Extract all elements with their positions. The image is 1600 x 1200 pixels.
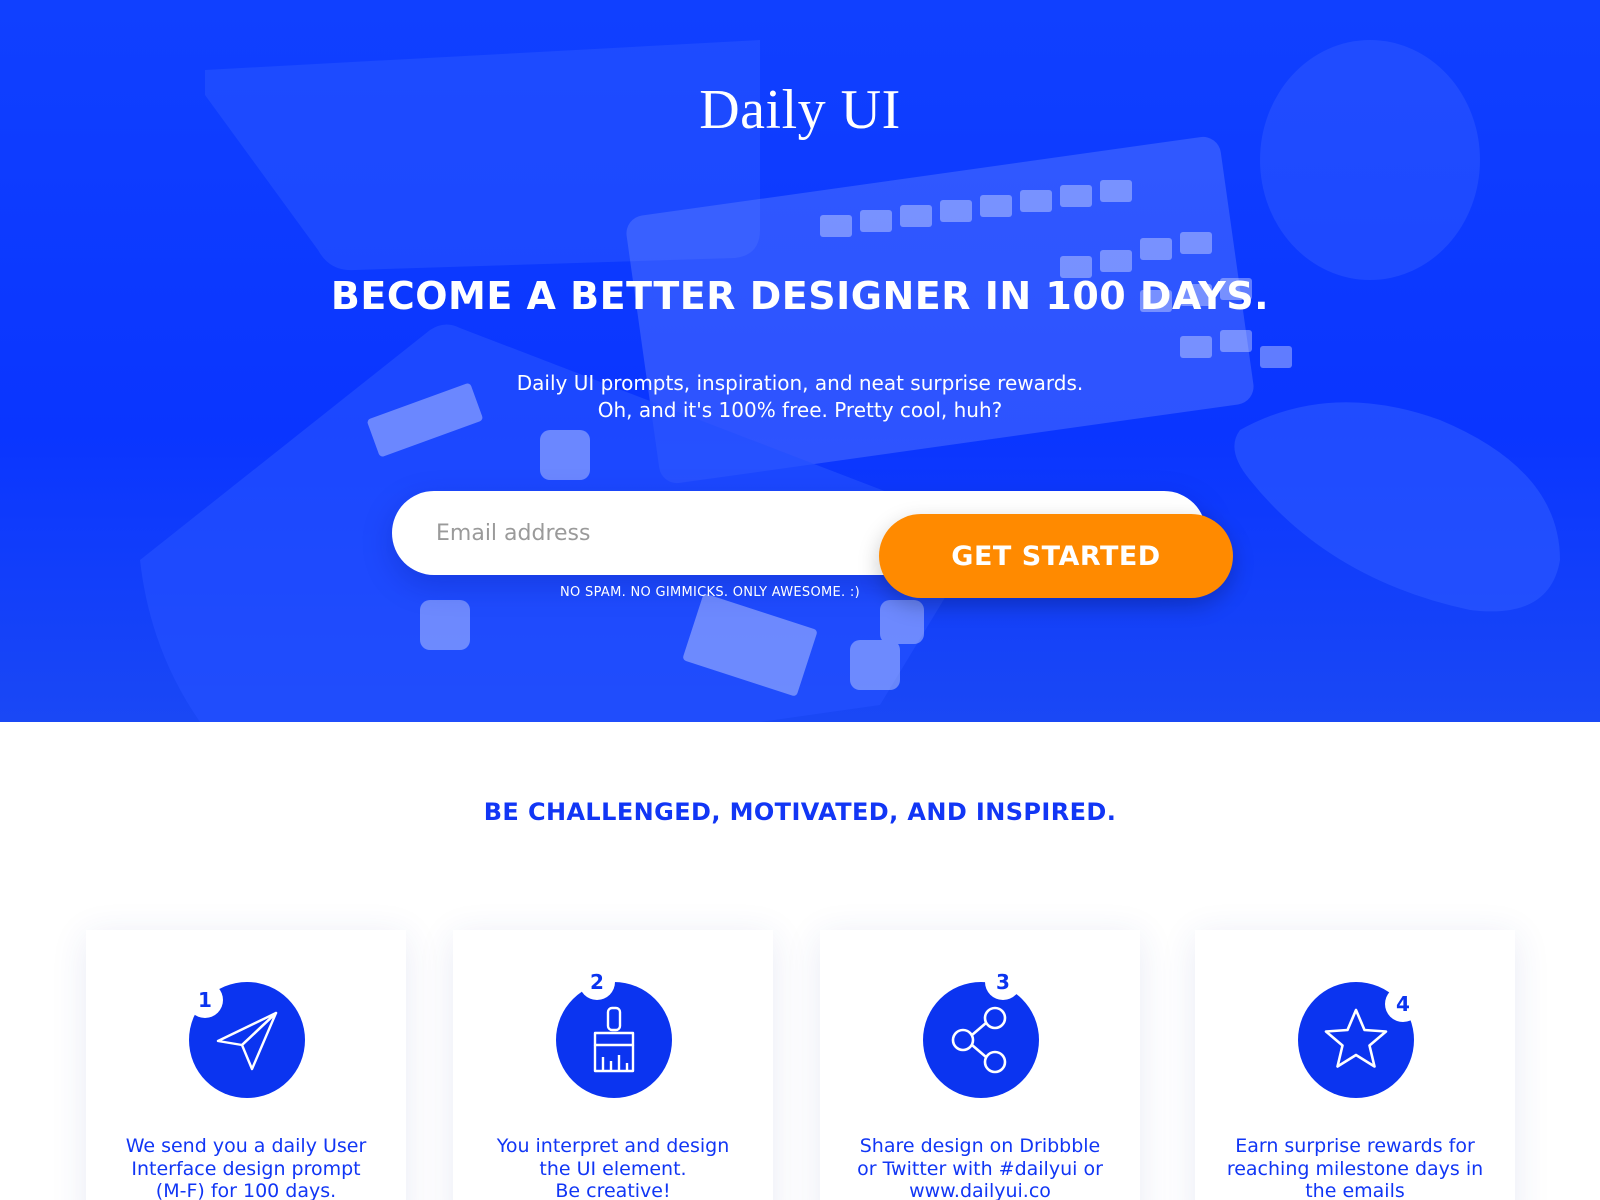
feature-text-line: the UI element. xyxy=(539,1157,687,1180)
feature-text-line: We send you a daily User xyxy=(125,1135,367,1157)
feature-text-line: Share design on Dribbble xyxy=(859,1135,1101,1157)
feature-card-4: 4 Earn surprise rewards for reaching mil… xyxy=(1195,930,1515,1200)
no-spam-disclaimer: NO SPAM. NO GIMMICKS. ONLY AWESOME. :) xyxy=(560,585,860,600)
feature-text-line: (M-F) for 100 days. xyxy=(155,1180,337,1200)
feature-description: You interpret and design the UI element.… xyxy=(473,1135,753,1200)
feature-description: We send you a daily User Interface desig… xyxy=(106,1135,386,1200)
feature-card-1: 1 We send you a daily User Interface des… xyxy=(86,930,406,1200)
feature-text-line: You interpret and design xyxy=(496,1135,730,1157)
hero-subtitle-line-2: Oh, and it's 100% free. Pretty cool, huh… xyxy=(597,398,1003,422)
star-icon xyxy=(1324,1008,1388,1068)
feature-card-2: 2 You interpret and design the UI elemen… xyxy=(453,930,773,1200)
hero-subtitle: Daily UI prompts, inspiration, and neat … xyxy=(0,370,1600,424)
paper-plane-icon xyxy=(216,1011,278,1071)
share-icon xyxy=(951,1006,1007,1074)
hero-headline: BECOME A BETTER DESIGNER IN 100 DAYS. xyxy=(330,274,1270,318)
logo-wordmark[interactable]: Daily UI xyxy=(0,78,1600,142)
feature-card-3: 3 Share design on Dribbble or Twitter wi… xyxy=(820,930,1140,1200)
feature-description: Share design on Dribbble or Twitter with… xyxy=(840,1135,1120,1200)
paintbrush-icon xyxy=(593,1006,635,1073)
feature-text-line: www.dailyui.co xyxy=(909,1180,1051,1200)
feature-text-line: Interface design prompt xyxy=(131,1157,361,1180)
step-number-badge: 4 xyxy=(1385,986,1421,1022)
feature-text-line: Earn surprise rewards for xyxy=(1235,1135,1475,1157)
hero-section: Daily UI BECOME A BETTER DESIGNER IN 100… xyxy=(0,0,1600,722)
step-number-badge: 3 xyxy=(985,964,1021,1000)
feature-text-line: the emails xyxy=(1305,1180,1405,1200)
feature-icon-circle xyxy=(923,982,1039,1098)
step-number-badge: 2 xyxy=(579,964,615,1000)
hero-subtitle-line-1: Daily UI prompts, inspiration, and neat … xyxy=(516,371,1084,395)
email-input[interactable] xyxy=(436,491,866,575)
feature-icon-circle xyxy=(556,982,672,1098)
feature-description: Earn surprise rewards for reaching miles… xyxy=(1215,1135,1495,1200)
feature-text-line: reaching milestone days in xyxy=(1226,1157,1484,1180)
feature-text-line: Be creative! xyxy=(555,1180,671,1200)
step-number-badge: 1 xyxy=(187,982,223,1018)
features-tagline: BE CHALLENGED, MOTIVATED, AND INSPIRED. xyxy=(483,798,1117,826)
feature-text-line: or Twitter with #dailyui or xyxy=(857,1157,1103,1180)
